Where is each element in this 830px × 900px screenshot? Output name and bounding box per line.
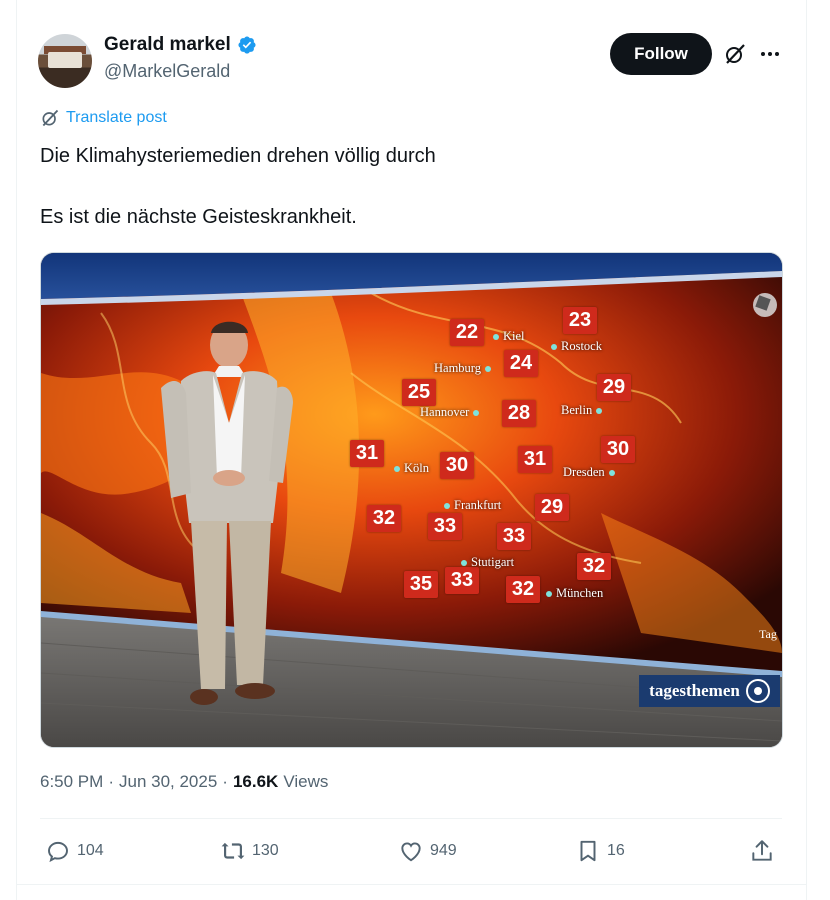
translate-label[interactable]: Translate post: [66, 109, 167, 127]
like-button[interactable]: 949: [398, 838, 457, 864]
city-label-hannover: Hannover: [420, 405, 480, 420]
reply-button[interactable]: 104: [45, 838, 104, 864]
translate-post-link[interactable]: Translate post: [40, 108, 167, 128]
logo-text: tagesthemen: [649, 681, 740, 700]
weather-map-background: [41, 253, 782, 747]
city-label-hamburg: Hamburg: [434, 361, 491, 376]
edge-text: Tag: [759, 627, 777, 641]
temp-box: 29: [597, 374, 631, 401]
city-label-rostock: Rostock: [551, 339, 602, 354]
views-label: Views: [283, 772, 329, 791]
verified-badge-icon: [238, 36, 256, 54]
repost-button[interactable]: 130: [220, 838, 279, 864]
temp-box: 30: [601, 436, 635, 463]
temp-box: 29: [535, 494, 569, 521]
city-label-frankfurt: Frankfurt: [444, 498, 501, 513]
like-count: 949: [430, 842, 457, 859]
temp-box: 32: [367, 505, 401, 532]
avatar-house: [48, 52, 82, 68]
meta-separator: ·: [108, 772, 114, 791]
temp-box: 31: [518, 446, 552, 473]
views-count: 16.6K: [232, 772, 279, 791]
temp-box: 22: [450, 319, 484, 346]
translate-icon: [42, 109, 59, 127]
bottom-divider: [16, 884, 806, 885]
bookmark-icon: [580, 840, 596, 862]
city-label-kiel: Kiel: [493, 329, 525, 344]
ard-logo-icon: [745, 679, 770, 703]
handle[interactable]: @MarkelGerald: [104, 61, 230, 82]
reply-icon: [48, 841, 68, 863]
temp-box: 30: [440, 452, 474, 479]
temp-box: 25: [402, 379, 436, 406]
post-meta: 6:50 PM · Jun 30, 2025 · 16.6K Views: [40, 772, 328, 792]
temp-box: 33: [445, 567, 479, 594]
repost-count: 130: [252, 842, 279, 859]
city-label-stuttgart: Stutigart: [461, 555, 514, 570]
post-text-line-1: Die Klimahysteriemedien drehen völlig du…: [40, 145, 436, 167]
meta-separator: ·: [222, 772, 228, 791]
heart-icon: [401, 842, 421, 862]
temp-box: 32: [577, 553, 611, 580]
temp-box: 35: [404, 571, 438, 598]
temp-box: 31: [350, 440, 384, 467]
share-icon: [752, 840, 772, 861]
city-label-muenchen: München: [546, 586, 603, 601]
more-icon[interactable]: [758, 42, 782, 66]
reply-count: 104: [77, 842, 104, 859]
post-media-image[interactable]: 22 23 24 25 29 28 31 30 31 30 32 33 29 3…: [40, 252, 783, 748]
frame-border-right: [806, 0, 807, 900]
city-label-dresden: Dresden: [563, 465, 615, 480]
tagesthemen-logo: tagesthemen: [639, 675, 780, 707]
city-label-berlin: Berlin: [561, 403, 603, 418]
bookmark-button[interactable]: 16: [575, 838, 625, 864]
temp-box: 33: [428, 513, 462, 540]
post-date[interactable]: Jun 30, 2025: [119, 772, 217, 792]
display-name[interactable]: Gerald markel: [104, 34, 231, 56]
bookmark-count: 16: [607, 842, 625, 859]
temp-box: 33: [497, 523, 531, 550]
temp-box: 24: [504, 350, 538, 377]
temp-box: 28: [502, 400, 536, 427]
post-text-line-2: Es ist die nächste Geisteskrankheit.: [40, 206, 357, 228]
temp-box: 23: [563, 307, 597, 334]
city-label-koeln: Köln: [394, 461, 429, 476]
grok-icon[interactable]: [723, 42, 747, 66]
follow-button[interactable]: Follow: [610, 33, 712, 75]
temp-box: 32: [506, 576, 540, 603]
divider: [40, 818, 782, 819]
repost-icon: [221, 842, 245, 860]
frame-border-left: [16, 0, 17, 900]
share-button[interactable]: [749, 838, 775, 864]
avatar[interactable]: [38, 34, 92, 88]
post-time[interactable]: 6:50 PM: [40, 772, 103, 792]
author-name-row[interactable]: Gerald markel: [104, 34, 257, 56]
